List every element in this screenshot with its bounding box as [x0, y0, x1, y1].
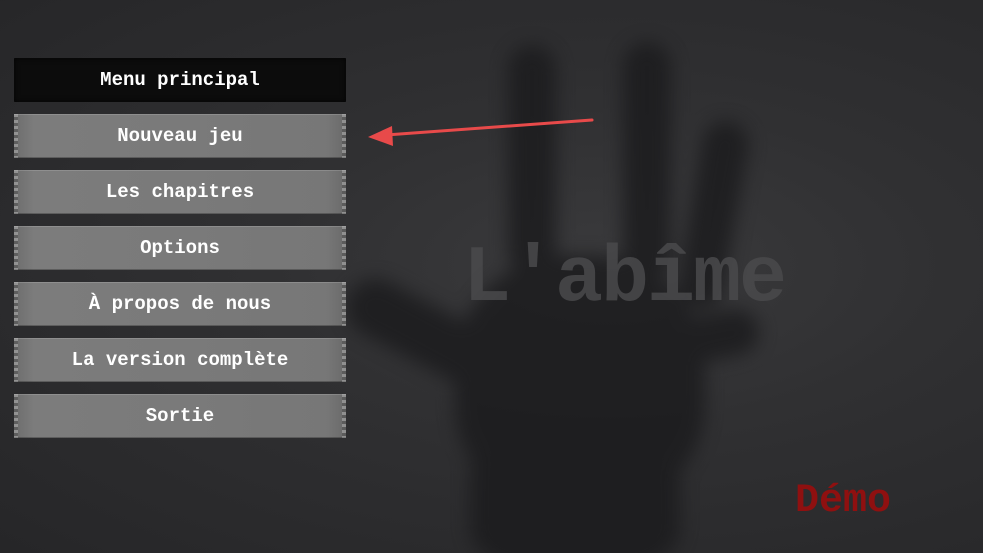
about-label: À propos de nous: [88, 293, 272, 315]
new-game-label: Nouveau jeu: [117, 125, 243, 147]
options-button[interactable]: Options: [14, 226, 346, 270]
about-button[interactable]: À propos de nous: [14, 282, 346, 326]
demo-label: Démo: [795, 479, 892, 524]
full-version-label: La version complète: [71, 349, 289, 371]
full-version-button[interactable]: La version complète: [14, 338, 346, 382]
exit-label: Sortie: [145, 405, 215, 427]
options-label: Options: [140, 237, 220, 259]
chapters-button[interactable]: Les chapitres: [14, 170, 346, 214]
game-screen: L'abîme Menu principal Nouveau jeu Les c…: [0, 0, 983, 553]
menu-header: Menu principal: [14, 58, 346, 102]
new-game-button[interactable]: Nouveau jeu: [14, 114, 346, 158]
game-title: L'abîme: [463, 234, 787, 325]
exit-button[interactable]: Sortie: [14, 394, 346, 438]
chapters-label: Les chapitres: [105, 181, 255, 203]
hand-wrist-shape: [470, 430, 680, 553]
